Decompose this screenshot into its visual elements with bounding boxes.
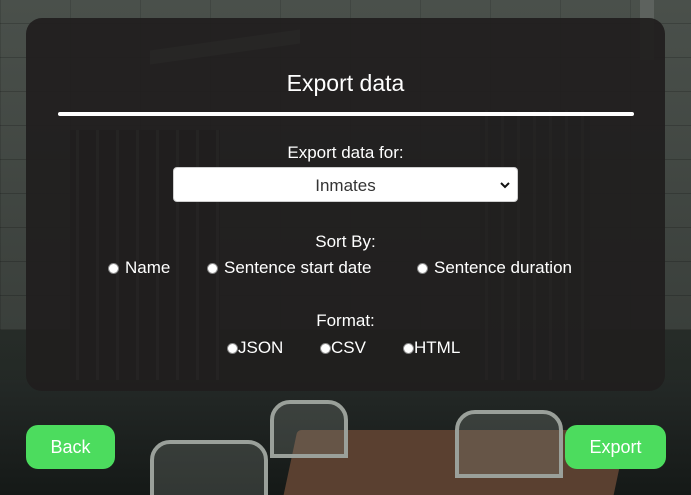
- format-option-label: HTML: [414, 338, 461, 357]
- background-chair: [455, 410, 563, 478]
- background-chair: [270, 400, 348, 458]
- format-option-label: JSON: [238, 338, 284, 357]
- sort-by-label: Sort By:: [315, 232, 376, 251]
- format-label: Format:: [316, 311, 375, 330]
- sort-by-radio-group: Name Sentence start date Sentence durati…: [26, 258, 665, 282]
- title-divider: [58, 112, 634, 116]
- radio-button[interactable]: [108, 262, 119, 274]
- export-dialog: Export data Export data for: Inmates Sor…: [26, 18, 665, 391]
- sort-option-label: Sentence start date: [224, 258, 372, 277]
- sort-option-label: Name: [125, 258, 171, 277]
- export-for-label: Export data for:: [287, 143, 404, 162]
- format-option-json[interactable]: JSON: [227, 338, 283, 358]
- sort-option-sentence-duration[interactable]: Sentence duration: [417, 258, 572, 278]
- format-option-csv[interactable]: CSV: [320, 338, 366, 358]
- sort-option-label: Sentence duration: [434, 258, 572, 277]
- radio-button[interactable]: [320, 342, 331, 354]
- sort-option-name[interactable]: Name: [108, 258, 170, 278]
- back-button[interactable]: Back: [26, 425, 115, 469]
- export-for-select[interactable]: Inmates: [173, 167, 518, 202]
- export-button[interactable]: Export: [565, 425, 666, 469]
- format-option-html[interactable]: HTML: [403, 338, 460, 358]
- sort-option-sentence-start-date[interactable]: Sentence start date: [207, 258, 371, 278]
- background-chair: [150, 440, 268, 495]
- export-for-selected-value: Inmates: [315, 176, 376, 195]
- chevron-down-icon: [500, 182, 510, 189]
- radio-button[interactable]: [417, 262, 428, 274]
- radio-button[interactable]: [403, 342, 414, 354]
- radio-button[interactable]: [207, 262, 218, 274]
- radio-button[interactable]: [227, 342, 238, 354]
- dialog-title: Export data: [286, 70, 405, 96]
- format-radio-group: JSON CSV HTML: [26, 338, 665, 362]
- format-option-label: CSV: [331, 338, 366, 357]
